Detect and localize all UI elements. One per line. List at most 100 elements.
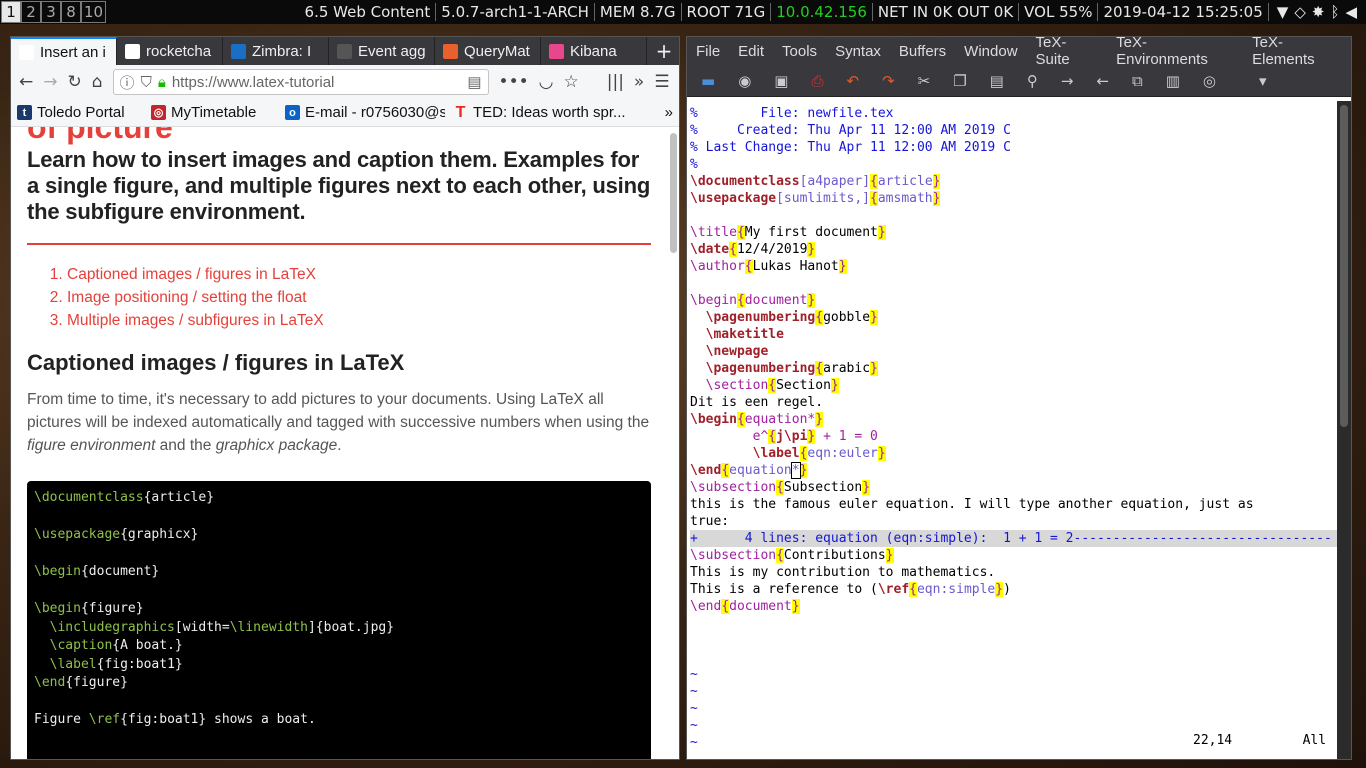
run-icon[interactable]: ◎ [1203, 72, 1216, 90]
tab-label: Kibana [570, 42, 617, 60]
tab-event-agg[interactable]: Event agg [329, 37, 435, 65]
tab-querymat[interactable]: QueryMat [435, 37, 541, 65]
shield-icon[interactable]: ⛉ [141, 74, 152, 91]
para-emphasis: graphicx package [215, 437, 338, 454]
page-scrollbar[interactable] [670, 133, 677, 253]
back-arrow-icon[interactable]: ← [19, 72, 33, 92]
find-next-icon[interactable]: → [1061, 72, 1074, 90]
menu-tools[interactable]: Tools [773, 43, 826, 60]
mytimetable-icon: ◎ [151, 105, 166, 120]
paste-icon[interactable]: ▤ [990, 72, 1004, 90]
clock: 2019-04-12 15:25:05 [1098, 3, 1269, 21]
tab-label: Zimbra: I [252, 42, 312, 60]
vim-scrollbar-thumb[interactable] [1340, 105, 1348, 427]
menu-syntax[interactable]: Syntax [826, 43, 890, 60]
hamburger-menu-icon[interactable]: ☰ [654, 72, 669, 92]
session-icon[interactable]: ◉ [738, 72, 751, 90]
menu-window[interactable]: Window [955, 43, 1026, 60]
toledo-icon: t [17, 105, 32, 120]
workspace-8[interactable]: 8 [61, 1, 81, 23]
open-folder-icon[interactable]: ▬ [701, 72, 715, 90]
vim-toolbar: ▬ ◉ ▣ ⎙ ↶ ↷ ✂ ❐ ▤ ⚲ → ← ⧉ ▥ ◎ ▾ [687, 65, 1351, 97]
intro-paragraph: From time to time, it's necessary to add… [27, 388, 651, 457]
bookmark-toledo[interactable]: t Toledo Portal [17, 104, 143, 121]
wifi-icon[interactable]: ▼ [1277, 3, 1289, 21]
copy-icon[interactable]: ❐ [953, 72, 966, 90]
reader-view-icon[interactable]: ▤ [467, 73, 481, 91]
network-icon[interactable]: ◇ [1294, 3, 1306, 21]
tab-zimbra[interactable]: Zimbra: I [223, 37, 329, 65]
workspace-switcher[interactable]: 1 2 3 8 10 [1, 1, 107, 23]
tab-favicon [337, 43, 352, 59]
more-actions-icon[interactable]: ••• [499, 72, 529, 92]
new-tab-button[interactable]: + [649, 37, 679, 65]
toolbar-dropdown-icon[interactable]: ▾ [1259, 72, 1267, 90]
lock-icon[interactable]: 🔒︎ [158, 74, 166, 91]
page-content: of picture Learn how to insert images an… [11, 127, 667, 759]
make-icon[interactable]: ▥ [1166, 72, 1180, 90]
tab-rocketchat[interactable]: rocketcha [117, 37, 223, 65]
forward-arrow-icon[interactable]: → [43, 72, 57, 92]
volume-icon[interactable]: ◀ [1345, 3, 1357, 21]
url-text[interactable]: https://www.latex-tutorial [172, 74, 335, 91]
find-prev-icon[interactable]: ← [1096, 72, 1109, 90]
tab-strip: Insert an i rocketcha Zimbra: I Event ag… [11, 37, 679, 65]
save-icon[interactable]: ▣ [774, 72, 788, 90]
ip-address: 10.0.42.156 [771, 3, 873, 21]
divider [27, 243, 651, 245]
tab-label: Insert an i [40, 43, 106, 61]
lead-paragraph: Learn how to insert images and caption t… [27, 147, 651, 224]
bookmark-email[interactable]: o E-mail - r0756030@st... [285, 104, 445, 121]
bookmark-label: E-mail - r0756030@st... [305, 104, 445, 121]
bookmark-star-icon[interactable]: ☆ [563, 72, 578, 92]
workspace-2[interactable]: 2 [21, 1, 41, 23]
tab-label: QueryMat [464, 42, 530, 60]
library-icon[interactable]: ||| [607, 72, 624, 92]
system-status-bar: 1 2 3 8 10 6.5 Web Content 5.0.7-arch1-1… [0, 0, 1366, 24]
root-disk: ROOT 71G [682, 3, 772, 21]
menu-edit[interactable]: Edit [729, 43, 773, 60]
network-traffic: NET IN 0K OUT 0K [873, 3, 1020, 21]
vim-menubar: File Edit Tools Syntax Buffers Window Te… [687, 37, 1351, 68]
menu-tex-environments[interactable]: TeX-Environments [1107, 37, 1243, 68]
info-icon[interactable]: ⓘ [120, 72, 135, 93]
undo-icon[interactable]: ↶ [846, 72, 859, 90]
tab-label: rocketcha [146, 42, 212, 60]
menu-buffers[interactable]: Buffers [890, 43, 955, 60]
address-bar[interactable]: ⓘ ⛉ 🔒︎ https://www.latex-tutorial ▤ [112, 69, 489, 95]
vim-text-area[interactable]: % File: newfile.tex % Created: Thu Apr 1… [687, 101, 1350, 750]
workspace-10[interactable]: 10 [81, 1, 107, 23]
workspace-3[interactable]: 3 [41, 1, 61, 23]
settings-gear-icon[interactable]: ✸ [1312, 3, 1325, 21]
pocket-icon[interactable]: ◡ [539, 72, 554, 92]
bookmark-ted[interactable]: T TED: Ideas worth spr... [453, 104, 633, 121]
reload-icon[interactable]: ↻ [68, 72, 82, 92]
menu-file[interactable]: File [687, 43, 729, 60]
menu-tex-elements[interactable]: TeX-Elements [1243, 37, 1351, 68]
print-icon[interactable]: ⎙ [811, 72, 823, 90]
table-of-contents: Captioned images / figures in LaTeX Imag… [67, 263, 651, 332]
tab-favicon [125, 43, 140, 59]
tab-kibana[interactable]: Kibana [541, 37, 647, 65]
tray-icons: ▼ ◇ ✸ ᛒ ◀ [1269, 3, 1362, 21]
ted-icon: T [455, 104, 466, 121]
overflow-chevron-icon[interactable]: » [634, 72, 644, 92]
home-icon[interactable]: ⌂ [92, 72, 103, 92]
menu-tex-suite[interactable]: TeX-Suite [1027, 37, 1108, 68]
kernel-version: 5.0.7-arch1-1-ARCH [436, 3, 595, 21]
cut-icon[interactable]: ✂ [918, 72, 931, 90]
section-heading: Captioned images / figures in LaTeX [27, 350, 405, 375]
toc-link[interactable]: Multiple images / subfigures in LaTeX [67, 309, 651, 332]
workspace-1[interactable]: 1 [1, 1, 21, 23]
toc-link[interactable]: Image positioning / setting the float [67, 286, 651, 309]
find-icon[interactable]: ⚲ [1027, 72, 1038, 90]
tab-insert-image[interactable]: Insert an i [11, 37, 117, 65]
bookmark-mytimetable[interactable]: ◎ MyTimetable [151, 104, 277, 121]
bluetooth-icon[interactable]: ᛒ [1330, 3, 1339, 21]
load-session-icon[interactable]: ⧉ [1132, 72, 1143, 90]
outlook-icon: o [285, 105, 300, 120]
vim-scrollbar[interactable] [1337, 101, 1351, 759]
toc-link[interactable]: Captioned images / figures in LaTeX [67, 263, 651, 286]
bookmarks-overflow-icon[interactable]: » [665, 104, 673, 121]
redo-icon[interactable]: ↷ [882, 72, 895, 90]
